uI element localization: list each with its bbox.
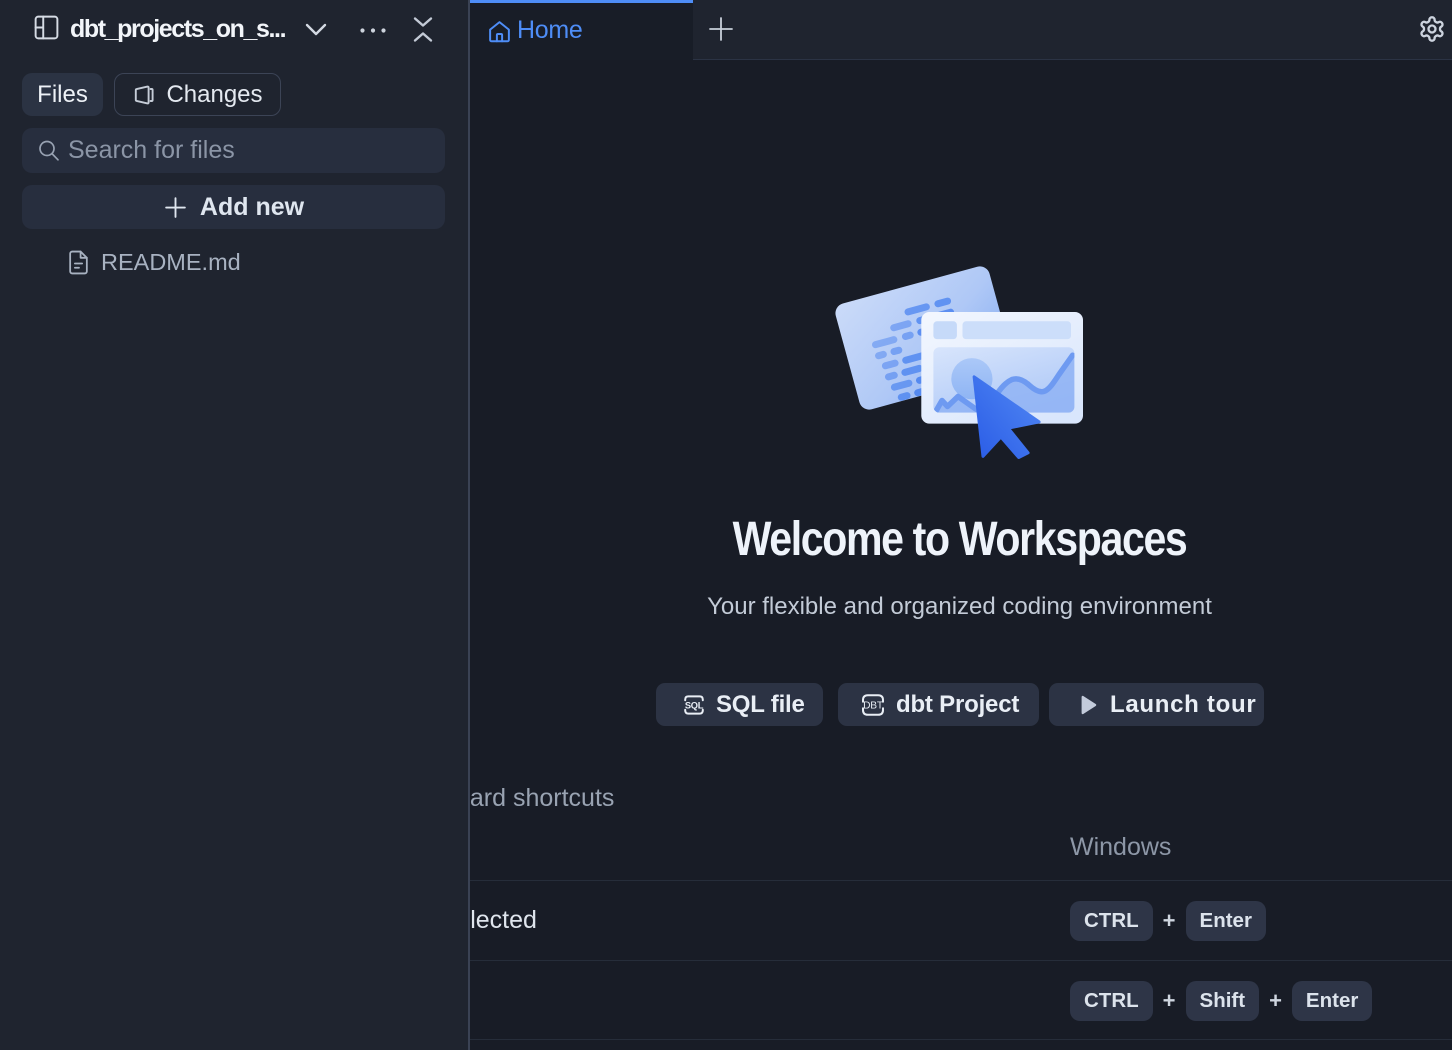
svg-text:DBT: DBT [863, 700, 883, 711]
svg-text:SQL: SQL [685, 700, 704, 710]
